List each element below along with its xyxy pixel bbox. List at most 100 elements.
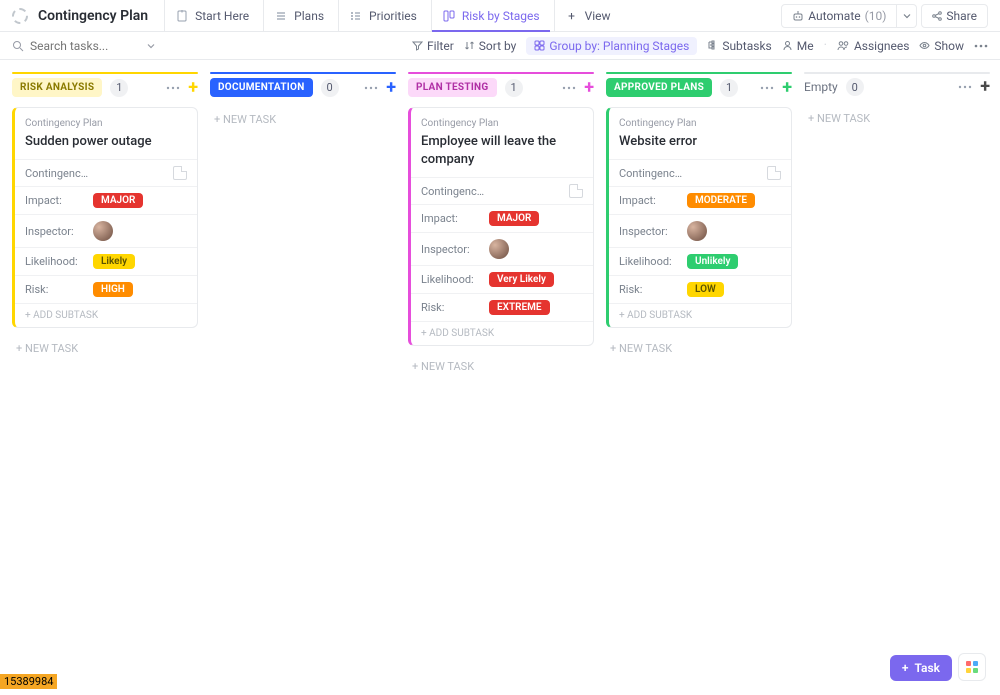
group-button[interactable]: Group by: Planning Stages [526, 37, 697, 55]
show-button[interactable]: Show [919, 39, 964, 53]
impact-row-value[interactable]: MAJOR [489, 211, 583, 226]
inspector-row-value[interactable] [489, 239, 583, 259]
impact-row-value[interactable]: MODERATE [687, 193, 781, 208]
column: DOCUMENTATION0++ NEW TASK [210, 72, 396, 132]
me-label: Me [797, 39, 814, 53]
automate-dropdown[interactable] [897, 4, 917, 28]
column-more-button[interactable] [364, 86, 378, 90]
doc-pin-icon [175, 9, 189, 23]
share-button[interactable]: Share [921, 4, 988, 28]
sort-button[interactable]: Sort by [464, 39, 517, 53]
column-count: 1 [505, 79, 523, 97]
card-list-name: Contingency Plan [619, 118, 781, 129]
doc-icon[interactable] [767, 166, 781, 180]
impact-row-label: Impact: [421, 212, 489, 225]
card-title: Employee will leave the company [421, 133, 583, 169]
column-more-button[interactable] [760, 86, 774, 90]
risk-row: Risk:HIGH [15, 275, 197, 303]
automate-button[interactable]: Automate (10) [781, 4, 897, 28]
assignees-button[interactable]: Assignees [837, 39, 909, 53]
new-task-link[interactable]: + NEW TASK [210, 107, 396, 132]
tab-add-view[interactable]: + View [554, 0, 621, 32]
column-more-button[interactable] [958, 85, 972, 89]
assignees-label: Assignees [854, 39, 909, 53]
likelihood-row-label: Likelihood: [619, 255, 687, 268]
add-task-button[interactable]: + [980, 78, 990, 96]
impact-row-value[interactable]: MAJOR [93, 193, 187, 208]
doc-icon[interactable] [173, 166, 187, 180]
new-task-button[interactable]: + Task [890, 655, 952, 681]
inspector-row-value[interactable] [687, 221, 781, 241]
avatar[interactable] [687, 221, 707, 241]
task-card[interactable]: Contingency Plan Sudden power outage Conti… [12, 107, 198, 328]
avatar[interactable] [489, 239, 509, 259]
add-task-button[interactable]: + [188, 79, 198, 97]
avatar[interactable] [93, 221, 113, 241]
inspector-row-value[interactable] [93, 221, 187, 241]
inspector-row-label: Inspector: [421, 243, 489, 256]
add-subtask-button[interactable]: + ADD SUBTASK [15, 303, 197, 327]
subtasks-button[interactable]: Subtasks [707, 39, 771, 53]
column-label[interactable]: DOCUMENTATION [210, 78, 313, 97]
add-task-button[interactable]: + [782, 79, 792, 97]
column-more-button[interactable] [562, 86, 576, 90]
tab-risk-by-stages[interactable]: Risk by Stages [431, 0, 550, 32]
card-title: Sudden power outage [25, 133, 187, 151]
list-icon [349, 9, 363, 23]
tab-plans[interactable]: Plans [263, 0, 334, 32]
risk-row-value[interactable]: HIGH [93, 282, 187, 297]
robot-icon [792, 10, 804, 22]
new-task-link[interactable]: + NEW TASK [12, 336, 198, 361]
column-more-button[interactable] [166, 86, 180, 90]
column-count: 1 [110, 79, 128, 97]
new-task-link[interactable]: + NEW TASK [804, 106, 990, 131]
board-icon [442, 9, 456, 23]
task-card[interactable]: Contingency PlanWebsite errorContingenc…… [606, 107, 792, 328]
more-button[interactable] [974, 44, 988, 48]
apps-button[interactable] [958, 653, 986, 681]
impact-row: Impact:MAJOR [15, 186, 197, 214]
likelihood-row-value[interactable]: Very Likely [489, 272, 583, 287]
app-icon [12, 8, 28, 24]
likelihood-row-value[interactable]: Likely [93, 254, 187, 269]
tab-start-here[interactable]: Start Here [164, 0, 259, 32]
likelihood-row-label: Likelihood: [421, 273, 489, 286]
risk-row-value[interactable]: LOW [687, 282, 781, 297]
new-task-link[interactable]: + NEW TASK [408, 354, 594, 379]
top-bar: Contingency Plan Start Here Plans Priori… [0, 0, 1000, 32]
field-doc-row: Contingenc… [15, 159, 197, 186]
card-list-name: Contingency Plan [25, 118, 187, 129]
add-task-button[interactable]: + [386, 79, 396, 97]
task-card[interactable]: Contingency PlanEmployee will leave the … [408, 107, 594, 346]
column-label[interactable]: APPROVED PLANS [606, 78, 712, 97]
filter-button[interactable]: Filter [412, 39, 454, 53]
add-subtask-button[interactable]: + ADD SUBTASK [609, 303, 791, 327]
chevron-down-icon[interactable] [146, 41, 156, 51]
inspector-row: Inspector: [411, 232, 593, 265]
risk-row: Risk:LOW [609, 275, 791, 303]
me-button[interactable]: Me [782, 39, 814, 53]
search-input[interactable] [30, 39, 140, 53]
card-title: Website error [619, 133, 781, 151]
group-label: Group by: Planning Stages [549, 39, 689, 53]
likelihood-row-value[interactable]: Unlikely [687, 254, 781, 269]
column-header: APPROVED PLANS1+ [606, 72, 792, 97]
add-task-button[interactable]: + [584, 79, 594, 97]
card-header: Contingency Plan Website error [609, 118, 791, 159]
doc-icon[interactable] [569, 184, 583, 198]
inspector-row-label: Inspector: [25, 225, 93, 238]
tab-priorities[interactable]: Priorities [338, 0, 427, 32]
column-label[interactable]: RISK ANALYSIS [12, 78, 102, 97]
badge: MAJOR [489, 211, 539, 226]
subtasks-label: Subtasks [722, 39, 771, 53]
new-task-link[interactable]: + NEW TASK [606, 336, 792, 361]
add-subtask-button[interactable]: + ADD SUBTASK [411, 321, 593, 345]
id-badge: 15389984 [0, 674, 57, 689]
subtasks-icon [707, 40, 718, 51]
filter-label: Filter [427, 39, 454, 53]
sort-icon [464, 40, 475, 51]
risk-row-value[interactable]: EXTREME [489, 300, 583, 315]
column-label[interactable]: PLAN TESTING [408, 78, 497, 97]
impact-row: Impact:MODERATE [609, 186, 791, 214]
share-icon [932, 11, 942, 21]
